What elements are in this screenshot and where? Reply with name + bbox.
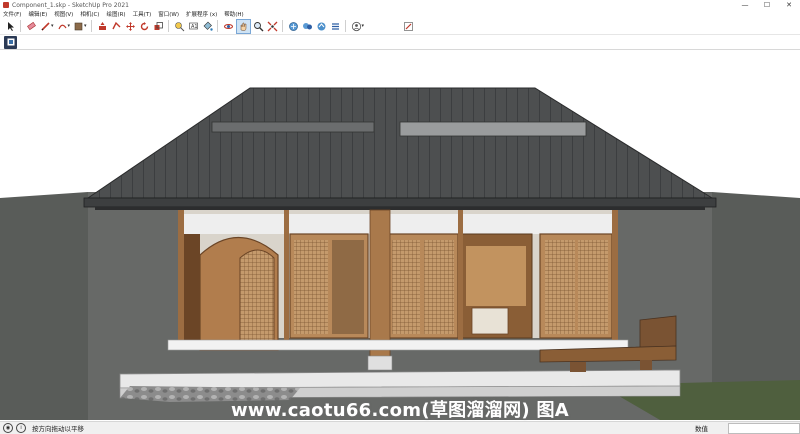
menu-view[interactable]: 视图(V) <box>54 10 73 18</box>
toolbar-divider <box>281 20 283 32</box>
warehouse-icon[interactable] <box>287 20 300 33</box>
toolbar-divider <box>216 20 218 32</box>
toolbar-divider <box>20 20 21 32</box>
tape-measure-icon[interactable] <box>173 20 186 33</box>
main-toolbar: ▾ ▾ ▾ A1 ▾ <box>0 18 800 35</box>
paint-bucket-icon[interactable] <box>201 20 214 33</box>
orbit-icon[interactable] <box>222 20 235 33</box>
status-hint: 按方向拖动以平移 <box>32 425 84 433</box>
window-title: Component_1.skp - SketchUp Pro 2021 <box>12 1 129 9</box>
scale-icon[interactable] <box>152 20 165 33</box>
extension-icon[interactable] <box>301 20 314 33</box>
zoom-icon[interactable] <box>252 20 265 33</box>
pan-icon[interactable] <box>235 18 251 34</box>
info-icon[interactable]: i <box>16 423 26 433</box>
svg-text:A1: A1 <box>191 24 198 30</box>
roof-eave <box>83 197 717 208</box>
zoom-extents-icon[interactable] <box>266 20 279 33</box>
menu-extensions[interactable]: 扩展程序 (x) <box>186 10 217 18</box>
menu-camera[interactable]: 相机(C) <box>80 10 99 18</box>
menu-bar: 文件(F) 编辑(E) 视图(V) 相机(C) 绘图(R) 工具(T) 窗口(W… <box>0 10 800 18</box>
secondary-toolbar <box>0 35 800 50</box>
measurements-input[interactable] <box>728 423 800 434</box>
ruby-console-icon[interactable] <box>4 35 17 49</box>
eraser-icon[interactable] <box>25 20 38 33</box>
window-controls: — ☐ ✕ <box>734 0 800 10</box>
geolocation-icon[interactable]: ◉ <box>3 423 13 433</box>
chevron-down-icon[interactable]: ▾ <box>51 23 54 29</box>
close-button[interactable]: ✕ <box>778 0 800 10</box>
menu-window[interactable]: 窗口(W) <box>158 10 179 18</box>
chevron-down-icon[interactable]: ▾ <box>68 23 71 29</box>
measurements-label: 数值 <box>695 425 708 433</box>
minimize-button[interactable]: — <box>734 0 756 10</box>
menu-file[interactable]: 文件(F) <box>3 10 21 18</box>
menu-edit[interactable]: 编辑(E) <box>28 10 47 18</box>
roof-ridge-vent <box>211 121 375 133</box>
select-icon[interactable] <box>4 20 17 33</box>
share-icon[interactable] <box>315 20 328 33</box>
roof <box>86 87 714 199</box>
house-model <box>0 87 800 420</box>
toolbar-divider <box>167 20 169 32</box>
sketch-icon[interactable] <box>402 20 415 33</box>
move-icon[interactable] <box>124 20 137 33</box>
push-pull-icon[interactable] <box>96 20 109 33</box>
title-bar: Component_1.skp - SketchUp Pro 2021 — ☐ … <box>0 0 800 10</box>
rotate-icon[interactable] <box>138 20 151 33</box>
main-column <box>369 209 391 361</box>
skylight <box>399 121 587 137</box>
status-bar: ◉ i 按方向拖动以平移 数值 <box>0 421 800 434</box>
bench-back <box>639 315 677 349</box>
model-viewport[interactable] <box>0 50 800 420</box>
toolbar-divider <box>344 20 346 32</box>
follow-me-icon[interactable] <box>110 20 123 33</box>
text-icon[interactable]: A1 <box>187 20 200 33</box>
chevron-down-icon[interactable]: ▾ <box>84 23 87 29</box>
sketchup-logo-icon <box>3 2 9 8</box>
watermark: www.caotu66.com(草图溜溜网) 图A <box>230 400 569 421</box>
menu-tools[interactable]: 工具(T) <box>133 10 152 18</box>
maximize-button[interactable]: ☐ <box>756 0 778 10</box>
menu-draw[interactable]: 绘图(R) <box>106 10 125 18</box>
toolbar-divider <box>90 20 92 32</box>
menu-help[interactable]: 帮助(H) <box>224 10 243 18</box>
ground-left <box>0 192 88 420</box>
chevron-down-icon[interactable]: ▾ <box>362 23 365 29</box>
layout-icon[interactable] <box>329 20 342 33</box>
